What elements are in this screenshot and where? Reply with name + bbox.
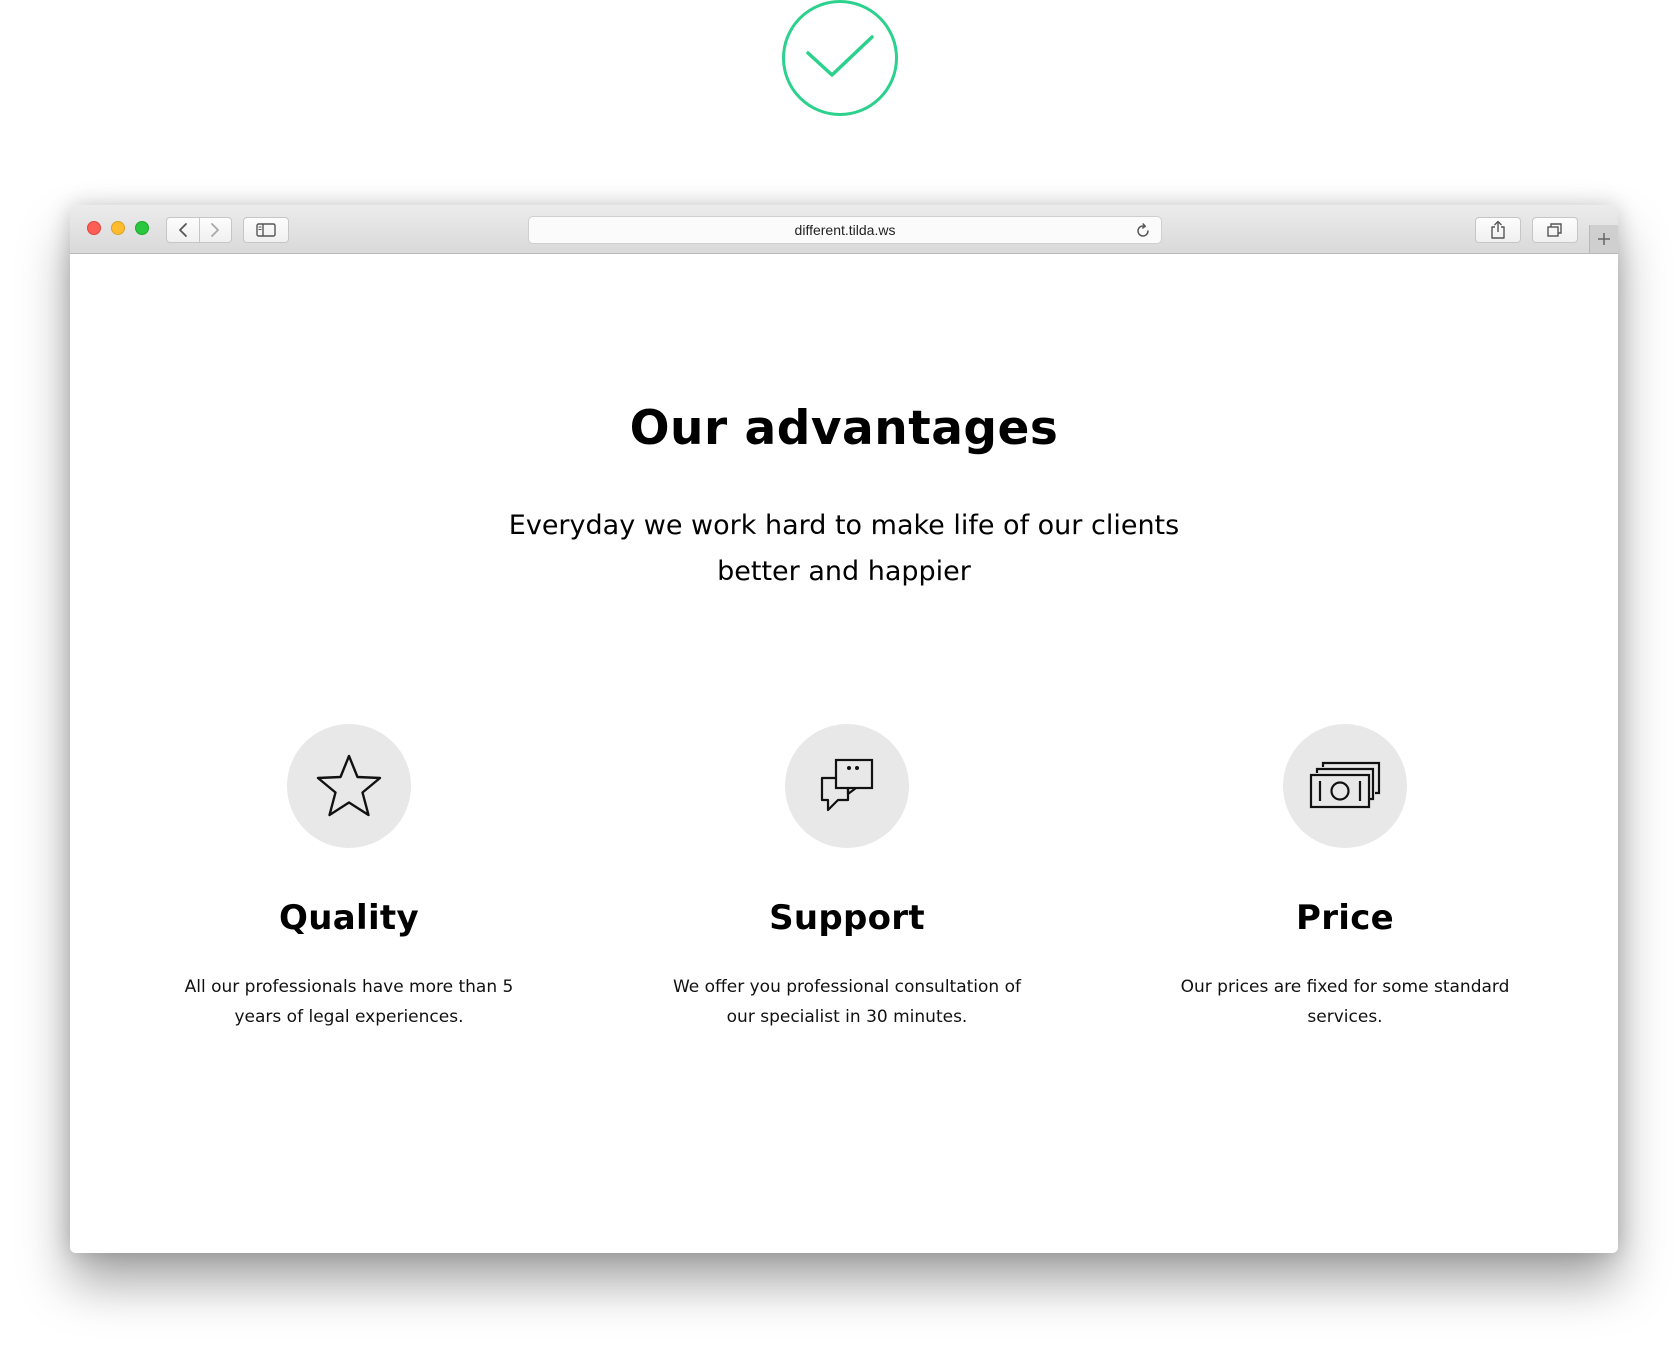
- forward-button[interactable]: [199, 218, 231, 242]
- maximize-window-button[interactable]: [135, 221, 149, 235]
- feature-price: Price Our prices are fixed for some stan…: [1135, 724, 1555, 1032]
- tabs-overview-button[interactable]: [1532, 217, 1578, 243]
- chevron-right-icon: [211, 223, 220, 237]
- feature-title: Support: [769, 898, 925, 938]
- chat-bubbles-icon: [820, 758, 874, 812]
- back-button[interactable]: [167, 218, 199, 242]
- feature-support: Support We offer you professional consul…: [637, 724, 1057, 1032]
- navigation-buttons: [166, 217, 232, 243]
- share-button[interactable]: [1475, 217, 1521, 243]
- plus-icon: [1598, 233, 1610, 245]
- page-content: Our advantages Everyday we work hard to …: [70, 254, 1618, 1253]
- address-url: different.tilda.ws: [794, 222, 896, 238]
- sidebar-icon: [256, 223, 276, 237]
- feature-description: Our prices are fixed for some standard s…: [1180, 977, 1510, 1027]
- feature-description: We offer you professional consultation o…: [672, 977, 1021, 1027]
- star-icon: [316, 754, 382, 817]
- page-subtitle: Everyday we work hard to make life of ou…: [508, 510, 1180, 587]
- feature-icon-circle: [785, 724, 909, 848]
- feature-icon-circle: [1283, 724, 1407, 848]
- new-tab-button[interactable]: [1589, 225, 1618, 253]
- address-bar[interactable]: different.tilda.ws: [528, 216, 1162, 244]
- feature-icon-circle: [287, 724, 411, 848]
- close-window-button[interactable]: [87, 221, 101, 235]
- feature-title: Price: [1295, 898, 1395, 938]
- reload-icon[interactable]: [1135, 223, 1151, 239]
- money-stack-icon: [1309, 761, 1381, 809]
- feature-description: All our professionals have more than 5 y…: [184, 977, 514, 1027]
- feature-title: Quality: [279, 898, 419, 938]
- tabs-overview-icon: [1547, 223, 1562, 237]
- browser-window: different.tilda.ws Our advantages Everyd…: [70, 205, 1618, 1253]
- chevron-left-icon: [178, 223, 187, 237]
- page-title: Our advantages: [629, 401, 1059, 456]
- checkmark-badge-icon: [782, 0, 898, 116]
- browser-toolbar: different.tilda.ws: [70, 205, 1618, 254]
- sidebar-toggle-button[interactable]: [243, 217, 289, 243]
- minimize-window-button[interactable]: [111, 221, 125, 235]
- feature-quality: Quality All our professionals have more …: [139, 724, 559, 1032]
- share-icon: [1491, 220, 1505, 239]
- screenshot-stage: different.tilda.ws Our advantages Everyd…: [0, 0, 1680, 1346]
